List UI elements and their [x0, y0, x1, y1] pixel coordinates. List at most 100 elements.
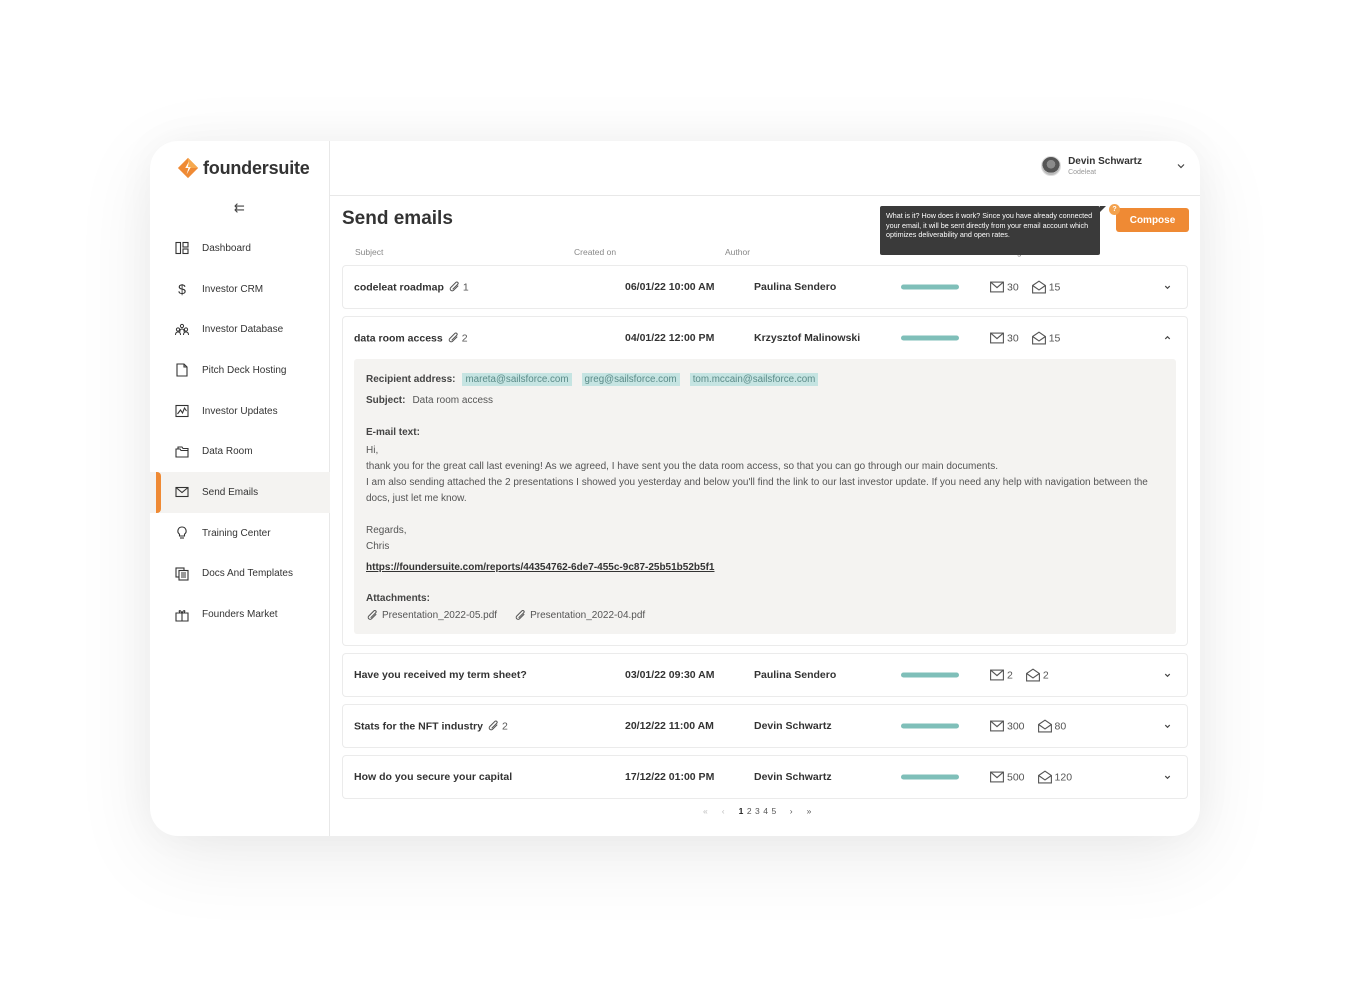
user-company: Codeleat [1068, 168, 1097, 176]
recipient-chip[interactable]: tom.mccain@sailsforce.com [689, 372, 819, 386]
chevron-down-icon[interactable] [1163, 773, 1172, 782]
subject-label: Subject: [366, 394, 406, 406]
recipient-chip[interactable]: greg@sailsforce.com [581, 372, 680, 386]
recipient-label: Recipient address: [366, 373, 456, 385]
row-header[interactable]: How do you secure your capital 17/12/22 … [343, 756, 1187, 798]
row-author: Krzysztof Malinowski [754, 332, 861, 344]
opened-count: 15 [1048, 332, 1061, 344]
sidebar-item-pitch-deck-hosting[interactable]: Pitch Deck Hosting [150, 350, 330, 391]
sidebar-item-label: Training Center [202, 527, 271, 539]
chevron-down-icon[interactable] [1163, 671, 1172, 680]
attachments-heading: Attachments: [366, 589, 1164, 607]
sidebar-item-founders-market[interactable]: Founders Market [150, 594, 330, 635]
chevron-down-icon[interactable] [1163, 722, 1172, 731]
row-author: Paulina Sendero [754, 669, 837, 681]
sidebar-item-label: Pitch Deck Hosting [202, 364, 287, 376]
chart-icon [175, 404, 189, 418]
page-5-button[interactable]: 5 [772, 806, 777, 816]
first-page-button[interactable]: « [703, 806, 708, 816]
sidebar-item-training-center[interactable]: Training Center [150, 513, 330, 554]
sidebar-item-data-room[interactable]: Data Room [150, 431, 330, 472]
attachment-name: Presentation_2022-04.pdf [530, 610, 646, 621]
table-row: Stats for the NFT industry 2 20/12/22 11… [342, 704, 1188, 748]
chevron-down-icon[interactable] [1163, 283, 1172, 292]
row-subject: data room access [354, 332, 443, 344]
help-tooltip: What is it? How does it work? Since you … [880, 206, 1106, 255]
subject-line: Subject: Data room access [366, 391, 1164, 409]
page-3-button[interactable]: 3 [755, 806, 760, 816]
sidebar-item-label: Investor CRM [202, 283, 264, 295]
gift-icon [175, 608, 189, 622]
table-row: codeleat roadmap 1 06/01/22 10:00 AM Pau… [342, 265, 1188, 309]
chevron-down-icon[interactable] [1176, 161, 1186, 171]
attachments-label: Attachments: [366, 592, 430, 604]
column-header-subject[interactable]: Subject [355, 247, 383, 257]
recipient-chip[interactable]: mareta@sailsforce.com [462, 372, 572, 386]
compose-button[interactable]: Compose [1116, 208, 1189, 232]
sidebar-item-dashboard[interactable]: Dashboard [150, 228, 330, 269]
report-link[interactable]: https://foundersuite.com/reports/4435476… [366, 560, 714, 576]
table-row: Have you received my term sheet? 03/01/2… [342, 653, 1188, 697]
email-text-label: E-mail text: [366, 426, 420, 438]
attachment-item[interactable]: Presentation_2022-04.pdf [514, 609, 645, 622]
user-menu[interactable]: Devin Schwartz Codeleat [1041, 156, 1186, 176]
sidebar-item-investor-database[interactable]: Investor Database [150, 309, 330, 350]
email-text-heading: E-mail text: [366, 423, 1164, 441]
column-header-created-on[interactable]: Created on [574, 247, 616, 257]
attachment-item[interactable]: Presentation_2022-05.pdf [366, 609, 497, 622]
page-4-button[interactable]: 4 [763, 806, 768, 816]
paperclip-icon [488, 720, 498, 731]
prev-page-button[interactable]: ‹ [722, 806, 725, 816]
opened-count: 15 [1048, 281, 1061, 293]
row-subject: How do you secure your capital [354, 771, 513, 783]
sidebar-item-docs-and-templates[interactable]: Docs And Templates [150, 554, 330, 595]
next-page-button[interactable]: › [790, 806, 793, 816]
collapse-left-icon[interactable]: ⇇ [234, 200, 245, 216]
document-icon [175, 363, 189, 377]
paperclip-icon [515, 609, 525, 620]
sent-count: 300 [1007, 720, 1025, 732]
sidebar: foundersuite ⇇ Dashboard $ Investor CRM … [150, 141, 330, 836]
sidebar-item-label: Investor Database [202, 324, 284, 336]
page-1-button[interactable]: 1 [739, 806, 744, 816]
row-header[interactable]: Stats for the NFT industry 2 20/12/22 11… [343, 705, 1187, 747]
row-subject: codeleat roadmap [354, 281, 444, 293]
sent-count: 30 [1007, 332, 1019, 344]
sidebar-item-label: Investor Updates [202, 405, 278, 417]
opened-count: 80 [1054, 720, 1067, 732]
folder-icon [175, 445, 189, 459]
sidebar-item-investor-updates[interactable]: Investor Updates [150, 391, 330, 432]
sidebar-item-label: Founders Market [202, 609, 278, 621]
row-header[interactable]: codeleat roadmap 1 06/01/22 10:00 AM Pau… [343, 266, 1187, 308]
opened-mail-icon [1037, 719, 1052, 733]
send-status-bar [901, 284, 959, 290]
page-title: Send emails [342, 208, 453, 229]
docs-icon [175, 567, 189, 581]
attachment-count: 2 [447, 332, 468, 345]
logo[interactable]: foundersuite [177, 157, 310, 179]
row-author: Devin Schwartz [754, 720, 832, 732]
column-header-author[interactable]: Author [725, 247, 750, 257]
dollar-icon: $ [178, 281, 186, 298]
sidebar-item-send-emails[interactable]: Send Emails [150, 472, 330, 513]
last-page-button[interactable]: » [807, 806, 812, 816]
row-header[interactable]: data room access 2 04/01/22 12:00 PM Krz… [343, 317, 1187, 359]
page-2-button[interactable]: 2 [747, 806, 752, 816]
opened-mail-icon [1031, 280, 1046, 294]
help-icon[interactable]: ? [1109, 204, 1120, 215]
email-greeting: Hi, [366, 445, 379, 456]
send-status-bar [901, 672, 959, 678]
sidebar-item-label: Send Emails [202, 486, 259, 498]
mail-icon [175, 485, 189, 499]
sidebar-item-investor-crm[interactable]: $ Investor CRM [150, 269, 330, 310]
row-header[interactable]: Have you received my term sheet? 03/01/2… [343, 654, 1187, 696]
chevron-up-icon[interactable] [1163, 334, 1172, 343]
sidebar-nav: Dashboard $ Investor CRM Investor Databa… [150, 228, 330, 635]
lightbulb-icon [175, 526, 189, 540]
dashboard-icon [175, 241, 189, 255]
sent-mail-icon [990, 720, 1004, 732]
logo-icon [177, 157, 199, 179]
row-created-on: 06/01/22 10:00 AM [625, 281, 715, 293]
email-list: codeleat roadmap 1 06/01/22 10:00 AM Pau… [342, 265, 1188, 806]
people-icon [175, 323, 189, 337]
